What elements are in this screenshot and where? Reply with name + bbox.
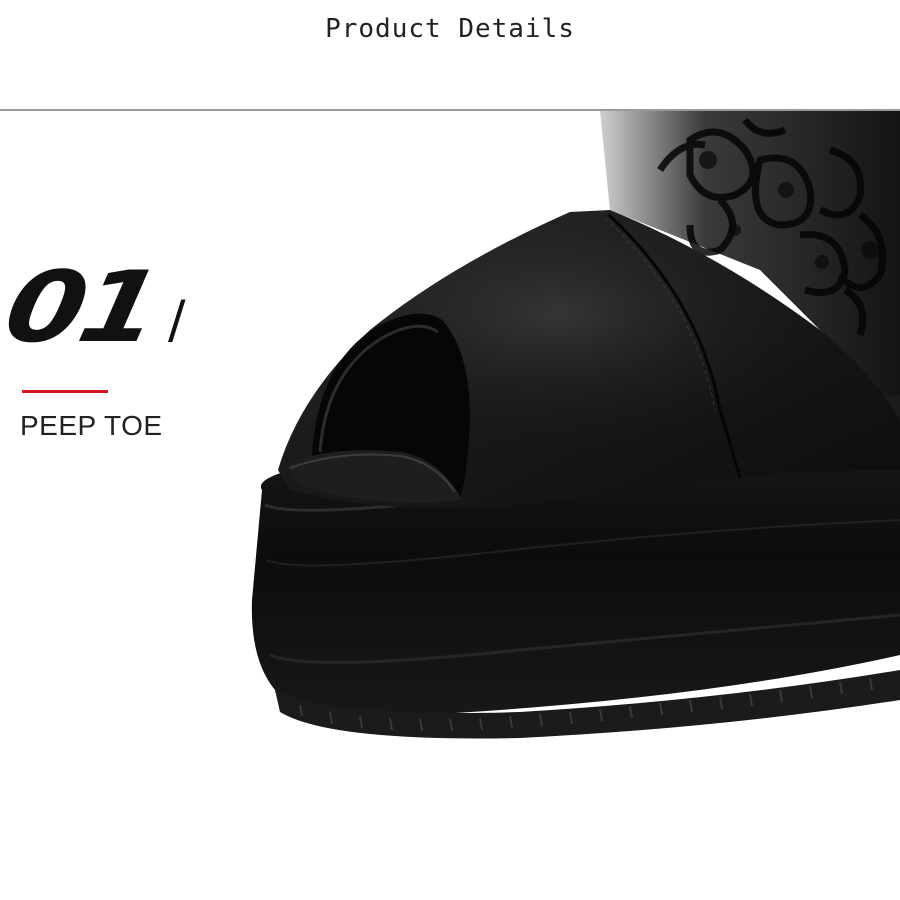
- page-header: Product Details: [0, 0, 900, 111]
- feature-separator: /: [168, 290, 186, 350]
- feature-number: 01: [0, 251, 168, 365]
- feature-accent-line: [22, 390, 108, 393]
- feature-callout: 01 / PEEP TOE: [0, 251, 258, 458]
- page-title: Product Details: [325, 14, 575, 44]
- feature-label: PEEP TOE: [20, 410, 163, 441]
- product-photo: [251, 111, 900, 739]
